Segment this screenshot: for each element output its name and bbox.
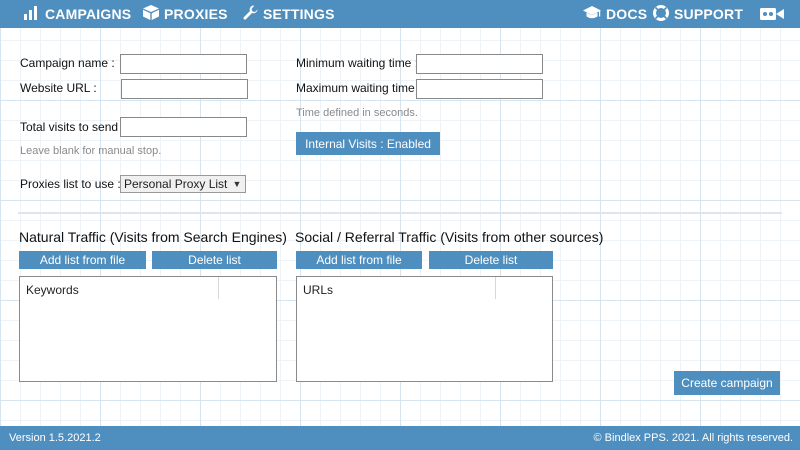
- nav-proxies[interactable]: PROXIES: [143, 0, 228, 28]
- nav-support[interactable]: SUPPORT: [653, 0, 743, 28]
- proxies-list-select[interactable]: Personal Proxy List ▼: [120, 175, 246, 193]
- time-hint: Time defined in seconds.: [296, 107, 418, 119]
- internal-visits-toggle-button[interactable]: Internal Visits : Enabled: [296, 132, 440, 155]
- graduation-cap-icon: [583, 5, 606, 23]
- video-camera-icon[interactable]: [760, 0, 789, 28]
- create-campaign-button[interactable]: Create campaign: [674, 371, 780, 395]
- min-wait-label: Minimum waiting time :: [296, 56, 419, 70]
- chevron-down-icon: ▼: [232, 179, 242, 189]
- nav-docs-label: DOCS: [606, 6, 648, 22]
- cube-icon: [143, 5, 164, 23]
- column-divider: [218, 277, 219, 299]
- wrench-icon: [243, 5, 263, 23]
- proxies-list-selected: Personal Proxy List: [124, 177, 228, 191]
- natural-traffic-title: Natural Traffic (Visits from Search Engi…: [19, 229, 287, 245]
- nav-support-label: SUPPORT: [674, 6, 744, 22]
- social-add-list-button[interactable]: Add list from file: [296, 251, 422, 269]
- version-text: Version 1.5.2021.2: [9, 432, 101, 444]
- urls-column-header: URLs: [303, 283, 334, 297]
- keywords-column-header: Keywords: [26, 283, 79, 297]
- max-wait-input[interactable]: [416, 79, 543, 99]
- nav-settings[interactable]: SETTINGS: [243, 0, 335, 28]
- max-wait-label: Maximum waiting time :: [296, 81, 422, 95]
- bar-chart-icon: [24, 5, 45, 23]
- campaign-name-label: Campaign name :: [20, 56, 115, 70]
- keywords-list[interactable]: Keywords: [19, 276, 277, 382]
- copyright-text: © Bindlex PPS. 2021. All rights reserved…: [593, 432, 793, 444]
- website-url-label: Website URL :: [20, 81, 97, 95]
- proxies-list-label: Proxies list to use :: [20, 177, 121, 191]
- natural-add-list-button[interactable]: Add list from file: [19, 251, 146, 269]
- footer-bar: Version 1.5.2021.2 © Bindlex PPS. 2021. …: [0, 426, 800, 450]
- social-traffic-title: Social / Referral Traffic (Visits from o…: [295, 229, 604, 245]
- total-visits-input[interactable]: [120, 117, 247, 137]
- top-nav-bar: CAMPAIGNS PROXIES SETTINGS DOCS SUPPORT: [0, 0, 800, 28]
- nav-campaigns[interactable]: CAMPAIGNS: [24, 0, 131, 28]
- nav-docs[interactable]: DOCS: [583, 0, 647, 28]
- nav-campaigns-label: CAMPAIGNS: [45, 6, 132, 22]
- total-visits-label: Total visits to send :: [20, 120, 125, 134]
- social-delete-list-button[interactable]: Delete list: [429, 251, 553, 269]
- lifebuoy-icon: [653, 4, 674, 24]
- section-divider: [18, 212, 782, 214]
- urls-list[interactable]: URLs: [296, 276, 553, 382]
- nav-settings-label: SETTINGS: [263, 6, 335, 22]
- campaign-name-input[interactable]: [120, 54, 247, 74]
- min-wait-input[interactable]: [416, 54, 543, 74]
- column-divider: [495, 277, 496, 299]
- natural-delete-list-button[interactable]: Delete list: [152, 251, 277, 269]
- nav-proxies-label: PROXIES: [164, 6, 228, 22]
- total-visits-hint: Leave blank for manual stop.: [20, 145, 162, 157]
- website-url-input[interactable]: [121, 79, 248, 99]
